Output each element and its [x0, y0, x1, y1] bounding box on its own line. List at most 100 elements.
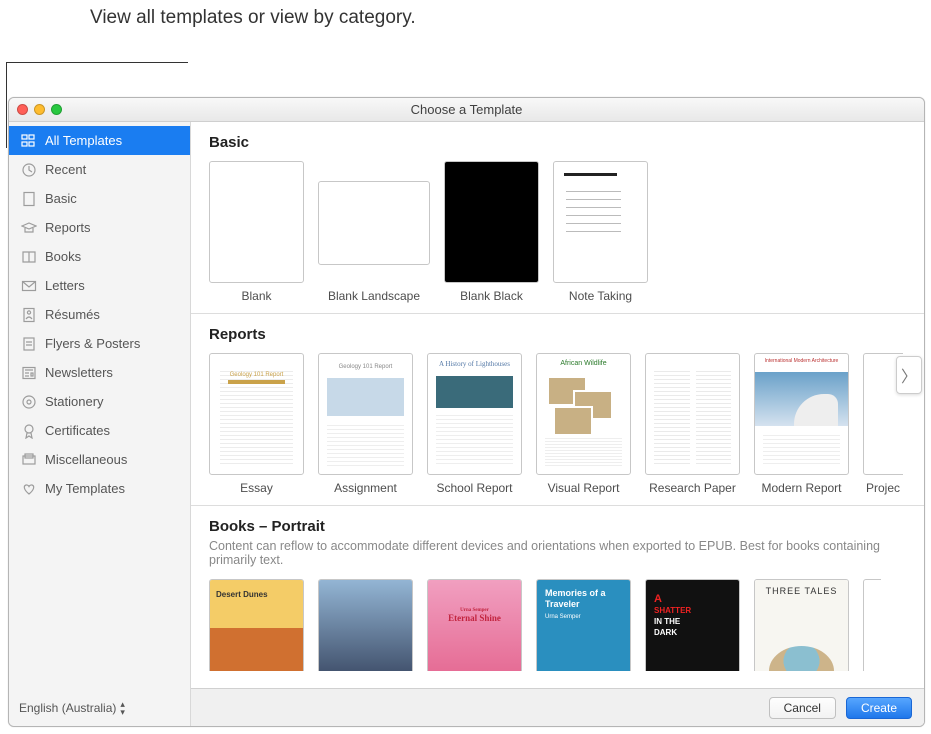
sidebar-item-recent[interactable]: Recent	[9, 155, 190, 184]
template-thumb	[444, 161, 539, 283]
template-thumb: A SHATTER IN THE DARK	[645, 579, 740, 671]
sidebar-item-label: My Templates	[45, 481, 125, 496]
template-label: Essay	[209, 481, 304, 495]
sidebar-item-label: Letters	[45, 278, 85, 293]
template-thumb: International Modern Architecture	[754, 353, 849, 475]
callout-text: View all templates or view by category.	[90, 6, 416, 30]
template-book-memories[interactable]: Memories of a Traveler Urna Semper	[536, 579, 631, 671]
template-book-three-tales[interactable]: THREE TALES	[754, 579, 849, 671]
sidebar-item-label: Miscellaneous	[45, 452, 127, 467]
section-title: Books – Portrait	[209, 518, 906, 535]
template-chooser-window: Choose a Template All Templates Recent B…	[8, 97, 925, 727]
template-label: Research Paper	[645, 481, 740, 495]
sidebar-item-all-templates[interactable]: All Templates	[9, 126, 190, 155]
sidebar-item-label: All Templates	[45, 133, 122, 148]
sidebar-item-label: Recent	[45, 162, 86, 177]
template-label: Visual Report	[536, 481, 631, 495]
template-thumb	[553, 161, 648, 283]
section-title: Basic	[209, 134, 906, 151]
template-gallery: Basic Blank Blank Landscape	[191, 122, 924, 726]
category-sidebar: All Templates Recent Basic Reports Books…	[9, 122, 191, 726]
template-label: Note Taking	[553, 289, 648, 303]
template-research-paper[interactable]: Research Paper	[645, 353, 740, 495]
template-note-taking[interactable]: Note Taking	[553, 161, 648, 303]
section-reports: Reports Geology 101 Report Essay Geology…	[191, 314, 924, 501]
template-visual-report[interactable]: African Wildlife Visual Report	[536, 353, 631, 495]
template-essay[interactable]: Geology 101 Report Essay	[209, 353, 304, 495]
sidebar-item-my-templates[interactable]: My Templates	[9, 474, 190, 503]
heart-icon	[21, 481, 37, 497]
sidebar-item-miscellaneous[interactable]: Miscellaneous	[9, 445, 190, 474]
sidebar-item-label: Stationery	[45, 394, 104, 409]
template-thumb: Urna Semper Eternal Shine	[427, 579, 522, 671]
cancel-button[interactable]: Cancel	[769, 697, 836, 719]
stationery-icon	[21, 394, 37, 410]
template-blank[interactable]: Blank	[209, 161, 304, 303]
sidebar-item-certificates[interactable]: Certificates	[9, 416, 190, 445]
folder-icon	[21, 452, 37, 468]
section-subtitle: Content can reflow to accommodate differ…	[209, 539, 889, 567]
sidebar-item-books[interactable]: Books	[9, 242, 190, 271]
sidebar-item-letters[interactable]: Letters	[9, 271, 190, 300]
template-thumb: Memories of a Traveler Urna Semper	[536, 579, 631, 671]
language-label: English (Australia)	[19, 701, 116, 715]
template-blank-landscape[interactable]: Blank Landscape	[318, 181, 430, 303]
academic-cap-icon	[21, 220, 37, 236]
sidebar-item-newsletters[interactable]: Newsletters	[9, 358, 190, 387]
sidebar-item-label: Basic	[45, 191, 77, 206]
sidebar-item-resumes[interactable]: Résumés	[9, 300, 190, 329]
sidebar-item-label: Flyers & Posters	[45, 336, 140, 351]
template-thumb: A History of Lighthouses	[427, 353, 522, 475]
template-thumb	[318, 181, 430, 265]
template-thumb: THREE TALES	[754, 579, 849, 671]
zoom-icon[interactable]	[51, 104, 62, 115]
section-books-portrait: Books – Portrait Content can reflow to a…	[191, 506, 924, 677]
scroll-right-button[interactable]: 〉	[896, 356, 922, 394]
sidebar-item-reports[interactable]: Reports	[9, 213, 190, 242]
template-blank-black[interactable]: Blank Black	[444, 161, 539, 303]
section-basic: Basic Blank Blank Landscape	[191, 122, 924, 309]
minimize-icon[interactable]	[34, 104, 45, 115]
sidebar-item-stationery[interactable]: Stationery	[9, 387, 190, 416]
template-label: Blank Black	[444, 289, 539, 303]
flyer-icon	[21, 336, 37, 352]
language-selector[interactable]: English (Australia) ▴▾	[19, 700, 125, 716]
template-thumb	[209, 579, 304, 671]
template-thumb: Geology 101 Report	[209, 353, 304, 475]
dialog-footer: Cancel Create	[191, 688, 924, 726]
template-book-skyline[interactable]	[318, 579, 413, 671]
template-thumb: African Wildlife	[536, 353, 631, 475]
template-thumb	[863, 579, 881, 671]
sidebar-item-label: Newsletters	[45, 365, 113, 380]
template-label: Projec	[863, 481, 903, 495]
create-button[interactable]: Create	[846, 697, 912, 719]
envelope-icon	[21, 278, 37, 294]
updown-icon: ▴▾	[120, 700, 125, 716]
sidebar-item-label: Reports	[45, 220, 91, 235]
book-icon	[21, 249, 37, 265]
template-book-dunes[interactable]	[209, 579, 304, 671]
page-icon	[21, 191, 37, 207]
template-label: School Report	[427, 481, 522, 495]
template-book-eternal-shine[interactable]: Urna Semper Eternal Shine	[427, 579, 522, 671]
template-school-report[interactable]: A History of Lighthouses School Report	[427, 353, 522, 495]
template-label: Blank Landscape	[318, 289, 430, 303]
sidebar-item-label: Books	[45, 249, 81, 264]
template-thumb	[645, 353, 740, 475]
template-label: Modern Report	[754, 481, 849, 495]
template-book-shatter[interactable]: A SHATTER IN THE DARK	[645, 579, 740, 671]
template-thumb	[209, 161, 304, 283]
template-thumb	[318, 579, 413, 671]
template-label: Assignment	[318, 481, 413, 495]
template-label: Blank	[209, 289, 304, 303]
sidebar-item-label: Résumés	[45, 307, 100, 322]
close-icon[interactable]	[17, 104, 28, 115]
sidebar-item-basic[interactable]: Basic	[9, 184, 190, 213]
section-title: Reports	[209, 326, 906, 343]
grid-icon	[21, 133, 37, 149]
clock-icon	[21, 162, 37, 178]
template-assignment[interactable]: Geology 101 Report Assignment	[318, 353, 413, 495]
template-book-more[interactable]	[863, 579, 881, 671]
sidebar-item-flyers[interactable]: Flyers & Posters	[9, 329, 190, 358]
template-modern-report[interactable]: International Modern Architecture Modern…	[754, 353, 849, 495]
